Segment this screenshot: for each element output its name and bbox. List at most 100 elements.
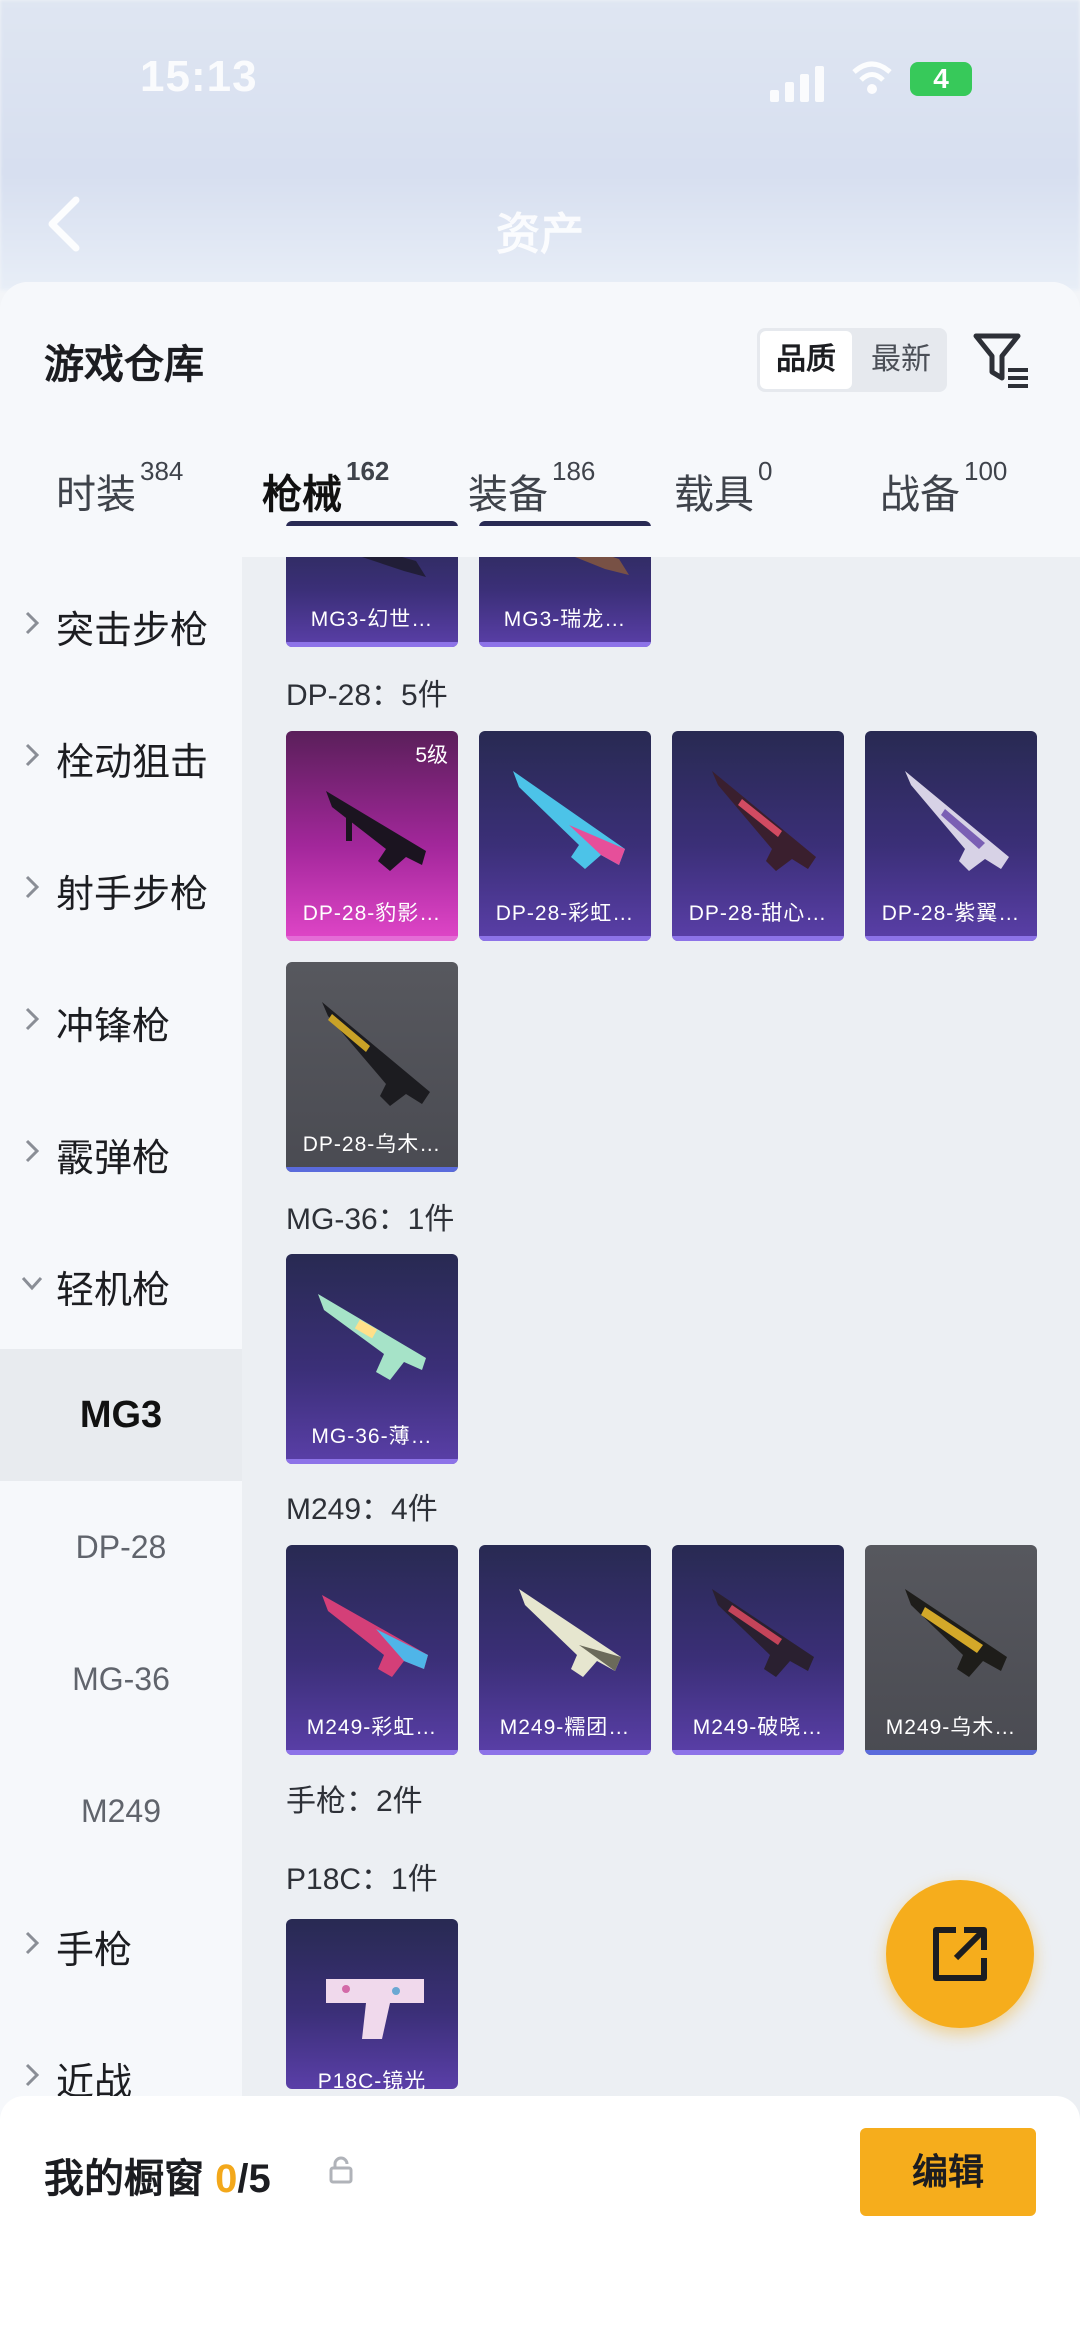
- tab-count: 162: [346, 456, 390, 486]
- item-card[interactable]: 5级 DP-28-豹影…: [286, 731, 458, 941]
- nav-title: 资产: [496, 210, 584, 259]
- item-name: MG3-幻世…: [310, 608, 434, 631]
- sheet-title: 游戏仓库: [44, 343, 204, 387]
- tab-supplies[interactable]: 战备100: [880, 456, 1007, 520]
- item-card[interactable]: DP-28-甜心…: [672, 731, 844, 941]
- showcase-panel: 我的橱窗 0/5 编辑: [0, 2096, 1080, 2341]
- category-label: 冲锋枪: [56, 1006, 171, 1048]
- rarity-stripe: [479, 936, 651, 941]
- category-bolt-sniper[interactable]: 栓动狙击: [0, 689, 242, 821]
- rarity-stripe: [479, 1750, 651, 1755]
- sort-newest[interactable]: 最新: [855, 328, 947, 392]
- subcategory-dp28[interactable]: DP-28: [0, 1481, 242, 1613]
- rarity-stripe: [286, 1167, 458, 1172]
- showcase-total-count: /5: [237, 2157, 271, 2201]
- subcategory-mg3[interactable]: MG3: [0, 1349, 242, 1481]
- tab-guns[interactable]: 枪械162: [262, 456, 389, 520]
- section-title-dp28: DP-28：5件: [286, 679, 448, 712]
- category-label: 轻机枪: [56, 1270, 171, 1312]
- item-name: DP-28-彩虹…: [495, 902, 635, 925]
- chevron-right-icon: [25, 1931, 40, 1955]
- weapon-image: [326, 1979, 424, 2039]
- item-name: M249-糯团…: [499, 1716, 631, 1739]
- tab-fashion[interactable]: 时装384: [56, 456, 183, 520]
- item-card[interactable]: P18C-镜光: [286, 1919, 458, 2089]
- status-time: 15:13: [140, 52, 258, 101]
- category-lmg[interactable]: 轻机枪: [0, 1217, 242, 1349]
- item-name: M249-乌木…: [885, 1716, 1017, 1739]
- tab-count: 0: [758, 456, 773, 486]
- rarity-stripe: [286, 1459, 458, 1464]
- rarity-stripe: [286, 936, 458, 941]
- section-title-pistol: 手枪：2件: [286, 1785, 423, 1818]
- chevron-right-icon: [25, 875, 40, 899]
- item-card[interactable]: DP-28-紫翼…: [865, 731, 1037, 941]
- tab-label: 战备: [880, 473, 960, 517]
- chevron-down-icon: [21, 1276, 43, 1291]
- edit-button[interactable]: 编辑: [860, 2128, 1036, 2216]
- category-label: 射手步枪: [56, 874, 209, 916]
- rarity-stripe: [672, 936, 844, 941]
- section-title-mg36: MG-36：1件: [286, 1203, 455, 1236]
- item-name: M249-破晓…: [692, 1716, 824, 1739]
- tab-label: 时装: [56, 473, 136, 517]
- item-name: DP-28-乌木…: [302, 1133, 442, 1156]
- sheet-header: 游戏仓库 品质 最新 时装384 枪械162 装备186 载具0 战备100: [0, 282, 1080, 557]
- sort-quality[interactable]: 品质: [760, 331, 852, 389]
- category-shotgun[interactable]: 霰弹枪: [0, 1085, 242, 1217]
- category-label: 栓动狙击: [56, 742, 209, 784]
- subcategory-m249[interactable]: M249: [0, 1745, 242, 1877]
- category-label: 突击步枪: [56, 610, 209, 652]
- tab-equipment[interactable]: 装备186: [468, 456, 595, 520]
- item-card[interactable]: DP-28-彩虹…: [479, 731, 651, 941]
- item-card[interactable]: M249-乌木…: [865, 1545, 1037, 1755]
- filter-icon[interactable]: [972, 330, 1032, 390]
- chevron-right-icon: [25, 1007, 40, 1031]
- category-assault-rifle[interactable]: 突击步枪: [0, 557, 242, 689]
- lock-icon: [329, 2156, 353, 2184]
- item-name: DP-28-甜心…: [688, 902, 828, 925]
- sort-toggle: 品质 最新: [757, 328, 947, 392]
- external-link-icon: [933, 1927, 987, 1981]
- section-title-m249: M249：4件: [286, 1493, 438, 1526]
- rarity-stripe: [286, 642, 458, 647]
- signal-icon: [770, 62, 824, 102]
- showcase-title: 我的橱窗: [44, 2157, 204, 2201]
- tab-label: 载具: [674, 473, 754, 517]
- grid-mask: [242, 526, 1080, 557]
- item-card[interactable]: M249-彩虹…: [286, 1545, 458, 1755]
- battery-indicator: 4: [910, 62, 972, 96]
- rarity-stripe: [479, 642, 651, 647]
- chevron-right-icon: [25, 2063, 40, 2087]
- wifi-icon: [850, 58, 894, 98]
- item-name: MG3-瑞龙…: [503, 608, 627, 631]
- item-card[interactable]: M249-破晓…: [672, 1545, 844, 1755]
- rarity-stripe: [286, 1750, 458, 1755]
- showcase-current-count: 0: [215, 2157, 238, 2201]
- tab-label: 装备: [468, 473, 548, 517]
- rarity-stripe: [672, 1750, 844, 1755]
- tab-vehicles[interactable]: 载具0: [674, 456, 772, 520]
- status-bar: 15:13 4: [0, 40, 1080, 120]
- chevron-right-icon: [25, 743, 40, 767]
- category-pistol[interactable]: 手枪: [0, 1877, 242, 2009]
- item-name: DP-28-紫翼…: [881, 902, 1021, 925]
- category-smg[interactable]: 冲锋枪: [0, 953, 242, 1085]
- item-name: MG-36-薄…: [311, 1425, 433, 1448]
- tab-count: 100: [964, 456, 1008, 486]
- item-card[interactable]: M249-糯团…: [479, 1545, 651, 1755]
- rarity-stripe: [865, 1750, 1037, 1755]
- item-card[interactable]: MG-36-薄…: [286, 1254, 458, 1464]
- rarity-stripe: [865, 936, 1037, 941]
- category-label: 霰弹枪: [56, 1138, 171, 1180]
- tab-label: 枪械: [262, 473, 342, 517]
- item-name: P18C-镜光: [317, 2070, 427, 2089]
- category-label: 手枪: [56, 1930, 133, 1972]
- chevron-right-icon: [25, 611, 40, 635]
- item-card[interactable]: DP-28-乌木…: [286, 962, 458, 1172]
- tab-count: 186: [552, 456, 596, 486]
- share-button[interactable]: [886, 1880, 1034, 2028]
- subcategory-mg36[interactable]: MG-36: [0, 1613, 242, 1745]
- category-marksman-rifle[interactable]: 射手步枪: [0, 821, 242, 953]
- tab-count: 384: [140, 456, 184, 486]
